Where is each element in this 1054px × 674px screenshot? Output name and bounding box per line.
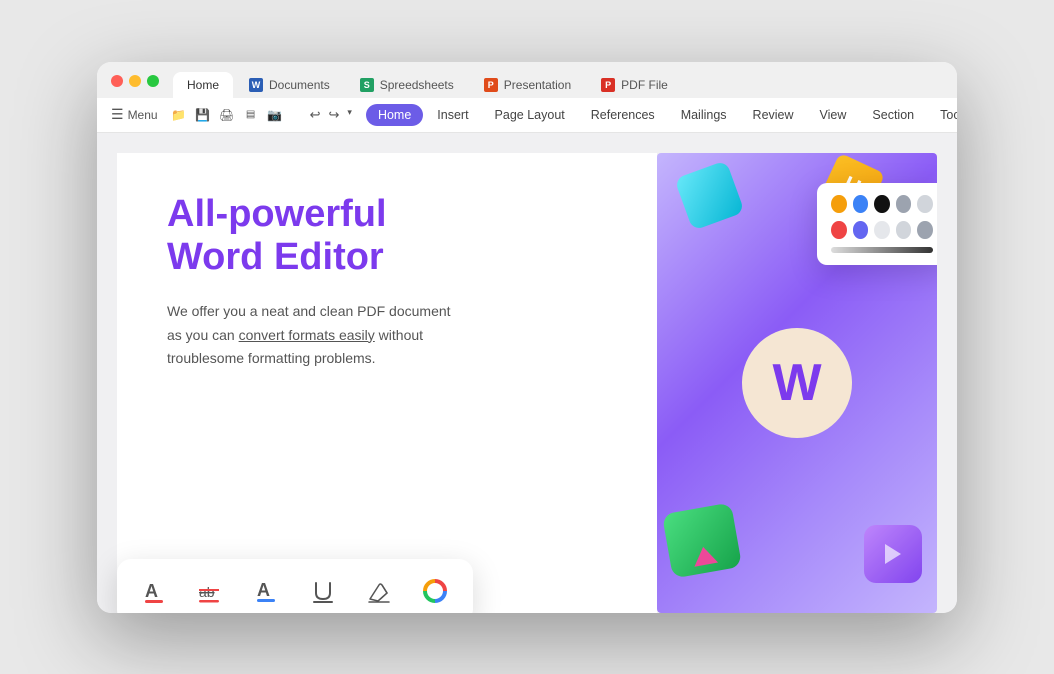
- color-row-1: [831, 195, 933, 213]
- app-window: Home W Documents S Spreedsheets P Presen…: [97, 62, 957, 613]
- body-text: We offer you a neat and clean PDF docume…: [167, 300, 457, 371]
- tab-pdf[interactable]: P PDF File: [587, 72, 682, 98]
- menu-label: Menu: [128, 108, 158, 122]
- undo-redo-group: ↩ ↪ ▾: [308, 105, 354, 125]
- color-wheel-button[interactable]: [417, 573, 453, 609]
- close-button[interactable]: [111, 75, 123, 87]
- deco-teal-shape: [674, 160, 744, 230]
- nav-home[interactable]: Home: [366, 104, 423, 126]
- color-yellow[interactable]: [831, 195, 847, 213]
- toolbar-file-icons: 📁 💾 🖨 ▤ 📷: [170, 106, 284, 124]
- maximize-button[interactable]: [147, 75, 159, 87]
- nav-section[interactable]: Section: [860, 104, 926, 126]
- strikethrough-icon: ab: [197, 577, 225, 605]
- minimize-button[interactable]: [129, 75, 141, 87]
- redo-icon[interactable]: ↪: [327, 105, 342, 125]
- color-gray[interactable]: [896, 195, 912, 213]
- color-row-2: [831, 221, 933, 239]
- w-logo: W: [742, 328, 852, 438]
- color-gray2[interactable]: [896, 221, 912, 239]
- print2-icon[interactable]: ▤: [242, 106, 260, 124]
- title-line1: All-powerful: [167, 193, 387, 235]
- pdf-icon: P: [601, 78, 615, 92]
- document-body: We offer you a neat and clean PDF docume…: [167, 300, 457, 371]
- tab-presentation[interactable]: P Presentation: [470, 72, 585, 98]
- toolbar: ☰ Menu 📁 💾 🖨 ▤ 📷 ↩ ↪ ▾ Home Insert Page …: [97, 98, 957, 133]
- nav-mailings[interactable]: Mailings: [669, 104, 739, 126]
- color-very-light-gray[interactable]: [874, 221, 890, 239]
- document-title: All-powerful Word Editor: [167, 193, 467, 280]
- documents-icon: W: [249, 78, 263, 92]
- tab-documents[interactable]: W Documents: [235, 72, 344, 98]
- w-letter-icon: W: [772, 357, 821, 409]
- tab-presentation-label: Presentation: [504, 78, 571, 92]
- nav-insert[interactable]: Insert: [425, 104, 480, 126]
- nav-page-layout[interactable]: Page Layout: [483, 104, 577, 126]
- nav-items: Home Insert Page Layout References Maili…: [366, 104, 957, 126]
- hero-image: H W: [657, 153, 937, 613]
- tab-documents-label: Documents: [269, 78, 330, 92]
- deco-green-card: [662, 502, 742, 578]
- tab-spreadsheets[interactable]: S Spreedsheets: [346, 72, 468, 98]
- color-red[interactable]: [831, 221, 847, 239]
- dropdown-arrow-icon[interactable]: ▾: [345, 105, 354, 125]
- color-light-gray[interactable]: [917, 195, 933, 213]
- nav-references[interactable]: References: [579, 104, 667, 126]
- nav-tools[interactable]: Tools: [928, 104, 957, 126]
- erase-icon: [365, 577, 393, 605]
- triangle-icon: [691, 544, 718, 566]
- color-mid-gray[interactable]: [917, 221, 933, 239]
- title-line2: Word Editor: [167, 236, 384, 278]
- tabs-row: Home W Documents S Spreedsheets P Presen…: [173, 72, 943, 98]
- svg-text:A: A: [257, 580, 270, 600]
- text-color-icon: A: [141, 577, 169, 605]
- deco-purple-card: [864, 525, 922, 583]
- color-blue[interactable]: [853, 195, 869, 213]
- color-picker-popup: [817, 183, 937, 265]
- underline-button[interactable]: [305, 573, 341, 609]
- underline-text-icon: A: [253, 577, 281, 605]
- underline-text-button[interactable]: A: [249, 573, 285, 609]
- traffic-lights: [111, 75, 159, 95]
- nav-review[interactable]: Review: [741, 104, 806, 126]
- undo-icon[interactable]: ↩: [308, 105, 323, 125]
- strikethrough-button[interactable]: ab: [193, 573, 229, 609]
- color-indigo[interactable]: [853, 221, 869, 239]
- save-icon[interactable]: 💾: [194, 106, 212, 124]
- underlined-text: convert formats easily: [239, 327, 375, 343]
- document-area: All-powerful Word Editor We offer you a …: [117, 153, 657, 613]
- color-wheel-icon: [421, 577, 449, 605]
- tab-home-label: Home: [187, 78, 219, 92]
- titlebar: Home W Documents S Spreedsheets P Presen…: [97, 62, 957, 98]
- camera-icon[interactable]: 📷: [266, 106, 284, 124]
- hamburger-icon: ☰: [111, 106, 124, 123]
- svg-text:A: A: [145, 581, 158, 601]
- erase-button[interactable]: [361, 573, 397, 609]
- color-black[interactable]: [874, 195, 890, 213]
- tab-spreadsheets-label: Spreedsheets: [380, 78, 454, 92]
- underline-icon: [309, 577, 337, 605]
- text-color-button[interactable]: A: [137, 573, 173, 609]
- print-icon[interactable]: 🖨: [218, 106, 236, 124]
- tab-home[interactable]: Home: [173, 72, 233, 98]
- tab-pdf-label: PDF File: [621, 78, 668, 92]
- spreadsheets-icon: S: [360, 78, 374, 92]
- svg-text:ab: ab: [199, 584, 215, 600]
- presentation-icon: P: [484, 78, 498, 92]
- play-triangle-icon: [885, 544, 901, 564]
- menu-button[interactable]: ☰ Menu: [111, 106, 158, 123]
- bottom-toolbar: A ab A: [117, 559, 473, 613]
- open-folder-icon[interactable]: 📁: [170, 106, 188, 124]
- color-slider[interactable]: [831, 247, 933, 253]
- main-content: All-powerful Word Editor We offer you a …: [97, 133, 957, 613]
- nav-view[interactable]: View: [808, 104, 859, 126]
